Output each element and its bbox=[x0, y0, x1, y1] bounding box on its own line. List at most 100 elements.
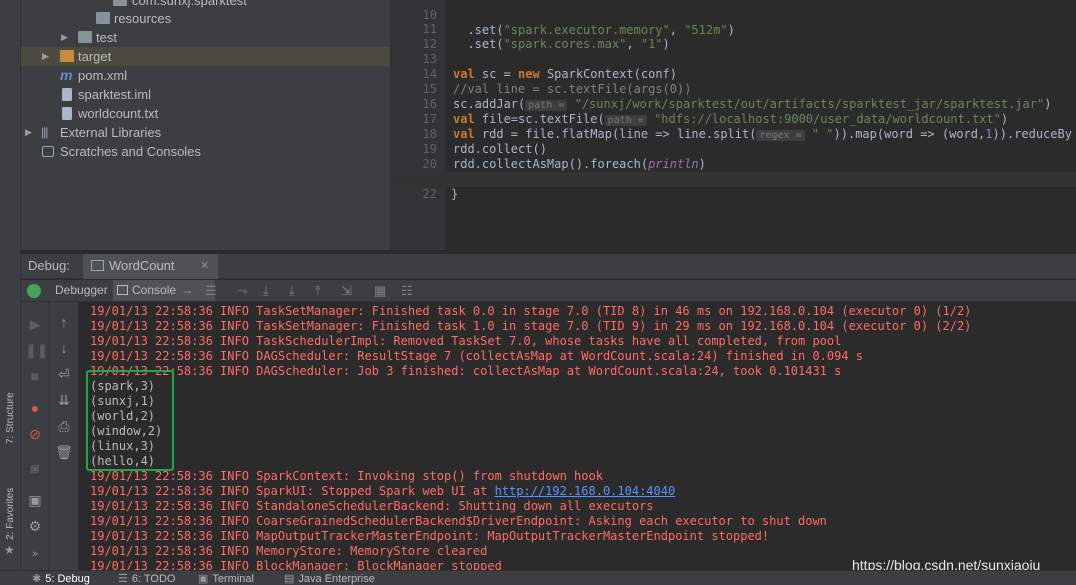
log-line: 19/01/13 22:58:36 INFO SparkContext: Inv… bbox=[90, 469, 603, 483]
log-line: 19/01/13 22:58:36 INFO StandaloneSchedul… bbox=[90, 499, 654, 513]
log-line: 19/01/13 22:58:36 INFO SparkUI: Stopped … bbox=[90, 484, 676, 498]
tree-item-scratches[interactable]: Scratches and Consoles bbox=[21, 142, 390, 161]
chevron-right-icon[interactable]: ▶ bbox=[25, 123, 32, 142]
view-breakpoints-icon[interactable]: ● bbox=[25, 400, 45, 416]
run-to-cursor-icon[interactable]: ⇲ bbox=[341, 283, 352, 299]
code-line: 12 bbox=[391, 22, 1076, 51]
log-line: 19/01/13 22:58:36 INFO MemoryStore: Memo… bbox=[90, 544, 488, 558]
console-tab-label: Console bbox=[132, 283, 177, 297]
tree-item-label: pom.xml bbox=[78, 68, 128, 83]
debug-tool-window-header: Debug: WordCount ✕ bbox=[21, 253, 1076, 279]
bottom-tool-bar: ✱ 5: Debug ☰ 6: TODO ▣ Terminal ▤ Java Enter… bbox=[0, 570, 1076, 585]
bug-icon bbox=[27, 284, 41, 298]
star-icon: ★ bbox=[4, 543, 15, 557]
camera-icon[interactable]: ◙ bbox=[25, 460, 45, 476]
show-execution-point-icon[interactable]: ⤳ bbox=[237, 283, 247, 299]
settings-gear-icon[interactable]: ⚙ bbox=[25, 518, 45, 535]
stop-icon[interactable]: ■ bbox=[25, 368, 45, 384]
run-config-label: WordCount bbox=[109, 258, 175, 273]
todo-tool-button[interactable]: ☰ 6: TODO bbox=[118, 572, 175, 585]
code-line: 20 } bbox=[391, 142, 1076, 186]
terminal-icon: ▣ bbox=[198, 573, 209, 585]
step-into-icon[interactable]: ⤓ bbox=[289, 283, 295, 299]
print-icon[interactable]: ⎙ bbox=[54, 418, 74, 435]
package-icon bbox=[113, 0, 127, 6]
tree-item-label: sparktest.iml bbox=[78, 87, 151, 102]
layout-icon[interactable]: ▣ bbox=[25, 492, 45, 509]
tab-debugger[interactable]: Debugger bbox=[51, 280, 112, 301]
code-editor[interactable]: 10 .set("spark.executor.memory", "512m")… bbox=[390, 0, 1076, 250]
project-tree: com.sunxj.sparktest resources ▶ test ▶ t… bbox=[21, 0, 390, 250]
trash-icon[interactable]: 🗑 bbox=[54, 444, 74, 461]
evaluate-expression-icon[interactable]: ▦ bbox=[374, 283, 386, 299]
libraries-icon: ||| bbox=[41, 125, 48, 139]
bug-small-icon: ✱ bbox=[32, 573, 42, 585]
tab-console[interactable]: Console → bbox=[113, 280, 215, 301]
code-line: 11 .set("spark.cores.max", "1") bbox=[391, 7, 1076, 51]
pin-arrow-icon: → bbox=[181, 283, 194, 297]
tree-item-label: resources bbox=[114, 11, 172, 26]
debug-tool-button[interactable]: ✱ 5: Debug bbox=[32, 572, 90, 585]
debug-title: Debug: bbox=[28, 258, 70, 273]
tree-item-test[interactable]: ▶ test bbox=[21, 28, 390, 47]
terminal-tool-button[interactable]: ▣ Terminal bbox=[198, 572, 254, 585]
log-line: 19/01/13 22:58:36 INFO DAGScheduler: Res… bbox=[90, 349, 864, 363]
line-number: 22 bbox=[422, 187, 437, 201]
log-line: 19/01/13 22:58:36 INFO MapOutputTrackerM… bbox=[90, 529, 770, 543]
code-line: 16 val file=sc.textFile(path = "hdfs://l… bbox=[391, 82, 1076, 126]
scratches-icon bbox=[42, 146, 54, 157]
soft-wrap-icon[interactable]: ⏎ bbox=[54, 366, 74, 383]
chevron-right-icon[interactable]: ▶ bbox=[61, 28, 68, 47]
tree-item-pom[interactable]: m pom.xml bbox=[21, 66, 390, 85]
scroll-to-end-icon[interactable]: ⇊ bbox=[54, 392, 74, 409]
tree-item-resources[interactable]: resources bbox=[21, 9, 390, 28]
tree-item-target[interactable]: ▶ target bbox=[21, 47, 390, 66]
tree-item-external-libraries[interactable]: ▶ ||| External Libraries bbox=[21, 123, 390, 142]
log-line: 19/01/13 22:58:36 INFO TaskSetManager: F… bbox=[90, 304, 972, 318]
step-out-icon[interactable]: ⤒ bbox=[315, 283, 321, 299]
tree-item-label: worldcount.txt bbox=[78, 106, 159, 121]
trace-icon[interactable]: ☷ bbox=[401, 283, 413, 299]
spark-ui-link[interactable]: http://192.168.0.104:4040 bbox=[495, 484, 676, 498]
more-icon[interactable]: » bbox=[25, 548, 45, 560]
up-arrow-icon[interactable]: ↑ bbox=[54, 314, 74, 330]
resume-icon[interactable]: ▶ bbox=[25, 316, 45, 333]
java-enterprise-icon: ▤ bbox=[284, 573, 295, 585]
close-icon[interactable]: ✕ bbox=[200, 259, 209, 272]
run-config-tab[interactable]: WordCount ✕ bbox=[83, 254, 218, 279]
tree-item-iml[interactable]: sparktest.iml bbox=[21, 85, 390, 104]
chevron-right-icon[interactable]: ▶ bbox=[42, 47, 49, 66]
code-line: 18 rdd.collect() bbox=[391, 112, 1076, 156]
tree-item-worldcount[interactable]: worldcount.txt bbox=[21, 104, 390, 123]
mute-breakpoints-icon[interactable]: ⊘ bbox=[25, 426, 45, 443]
log-line: 19/01/13 22:58:36 INFO DAGScheduler: Job… bbox=[90, 364, 842, 378]
console-output[interactable]: 19/01/13 22:58:36 INFO TaskSetManager: F… bbox=[80, 302, 1076, 570]
code-line: 17 val rdd = file.flatMap(line => line.s… bbox=[391, 97, 1076, 141]
resources-folder-icon bbox=[96, 12, 110, 24]
debug-toolbar: Debugger Console → ☰ ⤳ ⤓ ⤓ ⤒ ⇲ ▦ ☷ bbox=[21, 280, 1076, 302]
down-arrow-icon[interactable]: ↓ bbox=[54, 340, 74, 356]
pause-icon[interactable]: ❚❚ bbox=[25, 342, 48, 359]
code-line-current: 22 bbox=[391, 172, 1076, 201]
log-line: 19/01/13 22:58:36 INFO CoarseGrainedSche… bbox=[90, 514, 827, 528]
log-line: 19/01/13 22:58:36 INFO TaskSchedulerImpl… bbox=[90, 334, 842, 348]
orange-folder-icon bbox=[60, 50, 74, 62]
maven-icon: m bbox=[60, 67, 73, 83]
log-line: 19/01/13 22:58:36 INFO TaskSetManager: F… bbox=[90, 319, 972, 333]
favorites-tab[interactable]: 2: Favorites bbox=[2, 478, 19, 540]
code-line: 14 //val line = sc.textFile(args(0)) bbox=[391, 52, 1076, 96]
code-line: 19 rdd.collectAsMap().foreach(println) bbox=[391, 127, 1076, 171]
tree-item-label: target bbox=[78, 49, 112, 64]
tree-item-label: test bbox=[96, 30, 117, 45]
debug-actions-column: ▶ ❚❚ ■ ● ⊘ ◙ ▣ ⚙ » bbox=[21, 302, 49, 570]
java-enterprise-tool-button[interactable]: ▤ Java Enterprise bbox=[284, 572, 375, 585]
console-actions-column: ↑ ↓ ⏎ ⇊ ⎙ 🗑 bbox=[49, 302, 79, 570]
result-highlight-box bbox=[86, 370, 174, 471]
window-icon bbox=[91, 260, 104, 271]
structure-tab[interactable]: 7: Structure bbox=[2, 382, 19, 444]
menu-icon[interactable]: ☰ bbox=[205, 283, 217, 299]
console-icon bbox=[117, 285, 128, 295]
left-tool-strip: 7: Structure 2: Favorites ★ bbox=[0, 0, 21, 570]
step-over-icon[interactable]: ⤓ bbox=[263, 283, 269, 299]
favorites-tab-label: 2: Favorites bbox=[5, 487, 16, 540]
